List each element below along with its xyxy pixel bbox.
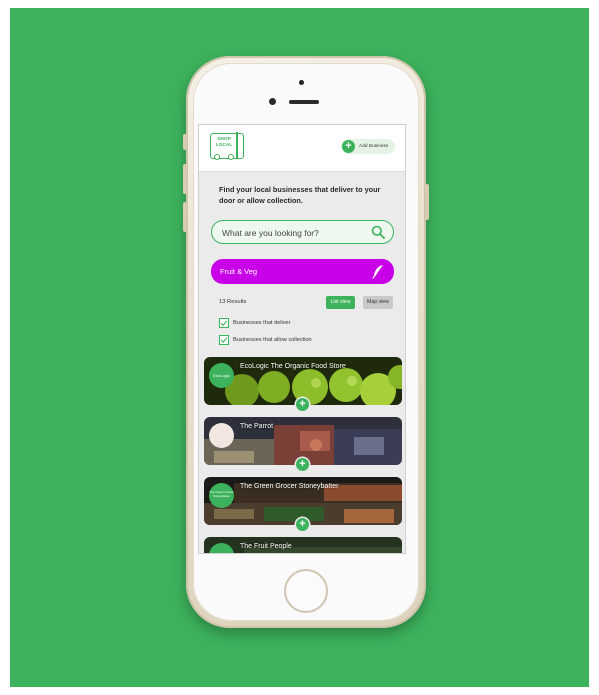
search-input[interactable] <box>220 225 369 241</box>
feather-icon <box>372 265 383 279</box>
category-selector[interactable]: Fruit & Veg <box>211 259 394 284</box>
business-name: The Green Grocer Stoneybatter <box>240 483 339 490</box>
add-favourite-button[interactable]: + <box>296 518 309 531</box>
add-business-button[interactable]: + Add Business <box>341 139 395 154</box>
phone-volume-down <box>183 202 187 232</box>
phone-mute-switch <box>183 134 187 150</box>
business-name: EcoLogic The Organic Food Store <box>240 363 346 370</box>
category-label: Fruit & Veg <box>220 267 258 276</box>
business-name: The Parrot <box>240 423 274 430</box>
plus-icon: + <box>342 140 355 153</box>
search-icon[interactable] <box>371 225 385 239</box>
phone-camera-dot <box>299 80 304 85</box>
app-header: SHOP LOCAL + Add Business <box>199 125 405 172</box>
add-favourite-button[interactable]: + <box>296 398 309 411</box>
filter-deliver-label: Businesses that deliver <box>233 320 291 326</box>
filter-collection-checkbox[interactable] <box>219 335 229 345</box>
search-bar[interactable] <box>211 220 394 244</box>
business-logo <box>209 423 234 448</box>
business-card[interactable]: The Fruit People <box>204 537 402 553</box>
business-logo: The Green Grocer Stoneybatter <box>209 483 234 508</box>
logo-wheel-icon <box>214 154 220 160</box>
list-view-button[interactable]: List view <box>326 296 355 309</box>
map-view-button[interactable]: Map view <box>363 296 393 309</box>
check-icon <box>220 337 228 344</box>
front-camera-icon <box>269 98 276 105</box>
app-screen: SHOP LOCAL + Add Business Find your loca… <box>199 125 405 553</box>
logo-wheel-icon <box>228 154 234 160</box>
shop-local-logo[interactable]: SHOP LOCAL <box>210 132 244 160</box>
earpiece-speaker <box>289 100 319 104</box>
card-image-fruit <box>204 537 402 553</box>
add-business-label: Add Business <box>359 144 389 149</box>
filter-deliver-checkbox[interactable] <box>219 318 229 328</box>
filter-collection-label: Businesses that allow collection <box>233 337 312 343</box>
logo-trolley-handle <box>236 132 238 158</box>
filter-collection[interactable]: Businesses that allow collection <box>219 334 312 346</box>
add-favourite-button[interactable]: + <box>296 458 309 471</box>
logo-text: SHOP LOCAL <box>215 137 233 148</box>
filter-deliver[interactable]: Businesses that deliver <box>219 317 291 329</box>
phone-power-button <box>425 184 429 220</box>
business-logo: EcoLogic <box>209 363 234 388</box>
results-count: 13 Results <box>219 299 247 305</box>
intro-text: Find your local businesses that deliver … <box>219 185 381 205</box>
check-icon <box>220 320 228 327</box>
phone-volume-up <box>183 164 187 194</box>
business-name: The Fruit People <box>240 543 292 550</box>
home-button[interactable] <box>284 569 328 613</box>
